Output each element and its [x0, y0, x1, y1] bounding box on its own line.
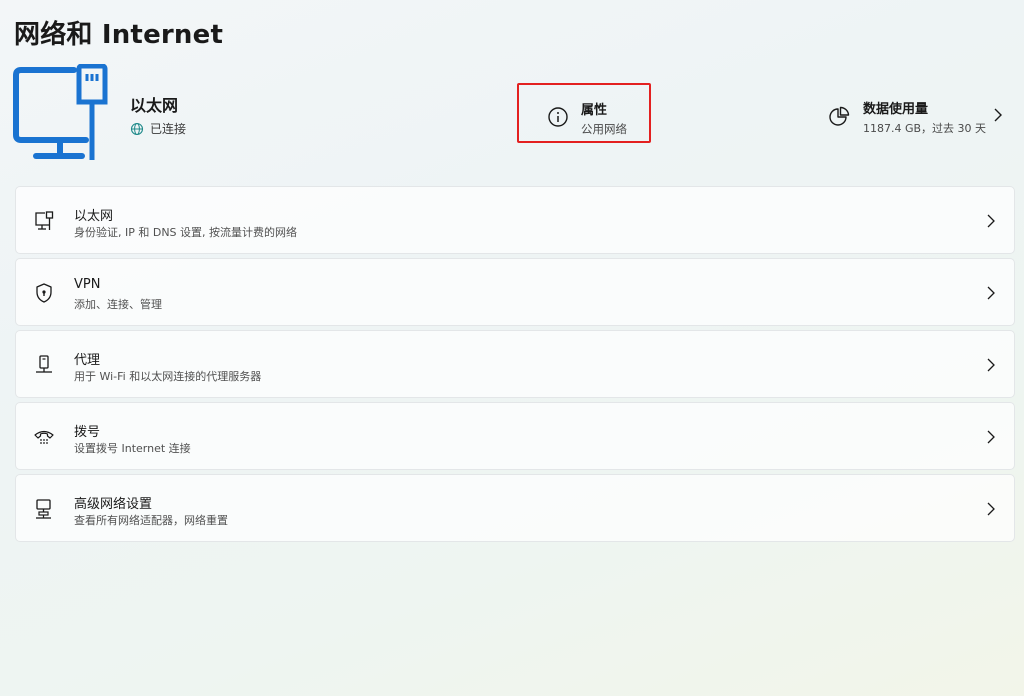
settings-item-subtitle: 身份验证, IP 和 DNS 设置, 按流量计费的网络: [74, 226, 298, 239]
settings-item-title: VPN: [74, 277, 101, 292]
data-usage-title: 数据使用量: [863, 102, 929, 117]
settings-item-proxy[interactable]: 代理 用于 Wi-Fi 和以太网连接的代理服务器: [15, 330, 1015, 398]
chevron-right-icon: [986, 430, 996, 444]
settings-item-title: 代理: [74, 353, 101, 368]
settings-item-dialup[interactable]: 拨号 设置拨号 Internet 连接: [15, 402, 1015, 470]
chevron-right-icon: [986, 286, 996, 300]
proxy-icon: [33, 354, 55, 376]
connection-status: 已连接: [130, 120, 186, 137]
settings-item-title: 高级网络设置: [74, 497, 153, 512]
settings-item-subtitle: 查看所有网络适配器，网络重置: [74, 514, 228, 527]
settings-item-subtitle: 用于 Wi-Fi 和以太网连接的代理服务器: [74, 370, 262, 383]
settings-item-ethernet[interactable]: 以太网 身份验证, IP 和 DNS 设置, 按流量计费的网络: [15, 186, 1015, 254]
settings-item-vpn[interactable]: VPN 添加、连接、管理: [15, 258, 1015, 326]
ethernet-icon: [33, 210, 55, 232]
settings-item-title: 以太网: [74, 209, 114, 224]
properties-button[interactable]: 属性 公用网络: [517, 83, 651, 143]
properties-title: 属性: [581, 103, 608, 118]
settings-item-subtitle: 添加、连接、管理: [74, 298, 162, 311]
settings-item-subtitle: 设置拨号 Internet 连接: [74, 442, 191, 455]
info-icon: [547, 106, 569, 128]
data-usage-amount: 1187.4 GB，过去 30 天: [863, 122, 987, 135]
globe-icon: [130, 122, 144, 136]
data-usage-button[interactable]: 数据使用量 1187.4 GB，过去 30 天: [828, 92, 1018, 142]
ethernet-monitor-icon: [12, 64, 112, 164]
connection-status-text: 已连接: [150, 122, 187, 136]
shield-icon: [33, 282, 55, 304]
chevron-right-icon: [992, 107, 1004, 123]
ethernet-status-header: 以太网 已连接 属性 公用网络 数据使用量 1187.4 GB，过去 30 天: [0, 62, 1024, 166]
chevron-right-icon: [986, 502, 996, 516]
pie-chart-icon: [828, 106, 850, 128]
network-adapter-icon: [33, 498, 55, 520]
dialup-phone-icon: [33, 426, 55, 448]
settings-list: 以太网 身份验证, IP 和 DNS 设置, 按流量计费的网络 VPN 添加、连…: [15, 186, 1015, 546]
chevron-right-icon: [986, 358, 996, 372]
adapter-name: 以太网: [130, 96, 179, 115]
page-title: 网络和 Internet: [14, 20, 224, 50]
settings-item-advanced-network[interactable]: 高级网络设置 查看所有网络适配器，网络重置: [15, 474, 1015, 542]
settings-item-title: 拨号: [74, 425, 101, 440]
chevron-right-icon: [986, 214, 996, 228]
network-profile-type: 公用网络: [581, 122, 627, 136]
